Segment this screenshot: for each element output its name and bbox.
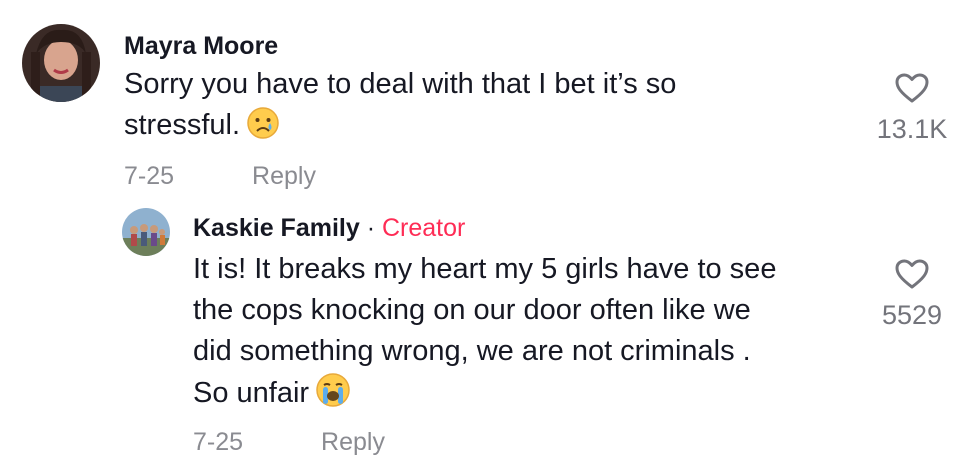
comment-text-segment: stressful. <box>124 109 241 141</box>
comment-author: Kaskie Family · Creator <box>193 214 465 243</box>
comment-meta: 7-25 Reply <box>193 428 385 457</box>
profile-photo-icon <box>122 208 170 256</box>
like-button[interactable]: 13.1K <box>862 72 962 145</box>
comment-text-line: Sorry you have to deal with that I bet i… <box>124 68 677 100</box>
like-count: 5529 <box>881 300 943 330</box>
profile-photo-icon <box>22 24 100 102</box>
avatar-kaskie-family[interactable] <box>122 208 170 256</box>
separator: · <box>359 214 382 242</box>
comment-text: Sorry you have to deal with that I bet i… <box>124 64 804 152</box>
like-button[interactable]: 5529 <box>862 258 962 331</box>
like-count: 13.1K <box>876 114 948 144</box>
avatar-mayra-moore[interactable] <box>22 24 100 102</box>
heart-outline-icon <box>895 259 929 289</box>
comment-meta: 7-25 Reply <box>124 162 316 191</box>
sad-tear-face-icon <box>246 106 280 152</box>
comment-text-segment: So unfair <box>193 377 310 409</box>
reply-button[interactable]: Reply <box>321 428 385 457</box>
comment-author-name[interactable]: Kaskie Family <box>193 214 360 242</box>
comment-text: It is! It breaks my heart my 5 girls hav… <box>193 249 843 420</box>
comment-text-line: did something wrong, we are not criminal… <box>193 335 751 367</box>
comment-text-line: stressful. <box>124 105 804 152</box>
reply-button[interactable]: Reply <box>252 162 316 191</box>
comment-date: 7-25 <box>193 428 244 456</box>
loudly-crying-face-icon <box>315 372 351 420</box>
comment-text-line: the cops knocking on our door often like… <box>193 294 751 326</box>
comment-text-line: It is! It breaks my heart my 5 girls hav… <box>193 253 777 285</box>
comment-text-line: So unfair <box>193 372 843 420</box>
comment-date: 7-25 <box>124 162 175 190</box>
heart-outline-icon <box>895 73 929 103</box>
creator-badge: Creator <box>381 214 466 242</box>
comment-author[interactable]: Mayra Moore <box>124 32 278 61</box>
